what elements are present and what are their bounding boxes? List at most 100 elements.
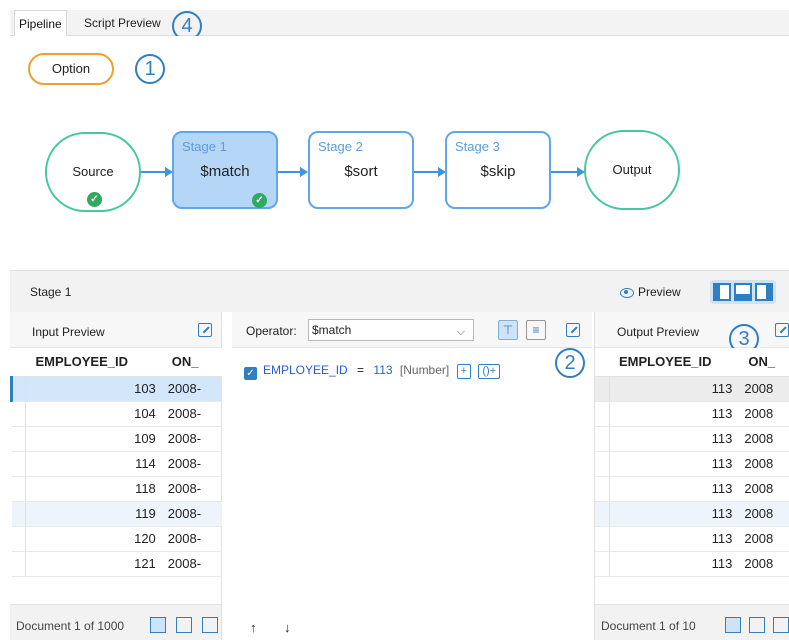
table-cell[interactable]: 2008 <box>738 476 789 502</box>
table-cell[interactable]: 120 <box>25 526 162 552</box>
table-cell[interactable]: 121 <box>25 551 162 577</box>
list-view-icon[interactable] <box>749 617 765 633</box>
row-gutter[interactable] <box>595 401 610 427</box>
operator-select[interactable]: $match ⌵ <box>308 319 474 341</box>
json-view-icon[interactable] <box>202 617 218 633</box>
row-gutter[interactable] <box>10 376 26 402</box>
table-cell[interactable]: 2008- <box>161 376 222 402</box>
tab-pipeline[interactable]: Pipeline <box>14 10 67 36</box>
add-group-button[interactable]: ()+ <box>478 364 501 379</box>
table-cell[interactable]: 2008- <box>161 426 222 452</box>
table-cell[interactable]: 113 <box>609 551 739 577</box>
row-gutter[interactable] <box>11 551 26 577</box>
row-gutter[interactable] <box>595 526 610 552</box>
table-cell[interactable]: 113 <box>609 476 739 502</box>
table-cell[interactable]: 113 <box>609 426 739 452</box>
column-header[interactable]: EMPLOYEE_ID <box>25 348 162 377</box>
table-cell[interactable]: 104 <box>25 401 162 427</box>
text-mode-icon[interactable]: ≡ <box>526 320 546 340</box>
table-cell[interactable]: 113 <box>609 526 739 552</box>
stage-node-1[interactable]: Stage 1 $match ✓ <box>172 131 278 209</box>
table-cell[interactable]: 119 <box>25 501 162 527</box>
row-gutter[interactable] <box>595 476 610 502</box>
move-down-icon[interactable]: ↓ <box>284 620 291 635</box>
stage-node-2[interactable]: Stage 2 $sort <box>308 131 414 209</box>
condition-checkbox[interactable]: ✓ <box>244 367 257 380</box>
table-cell[interactable]: 2008 <box>738 401 789 427</box>
table-cell[interactable]: 2008 <box>738 501 789 527</box>
table-cell[interactable]: 2008- <box>161 501 222 527</box>
table-row[interactable]: 104 2008- <box>11 401 222 427</box>
condition-value[interactable]: 113 <box>373 363 392 377</box>
condition-field[interactable]: EMPLOYEE_ID <box>263 363 348 377</box>
row-gutter[interactable] <box>11 526 26 552</box>
table-cell[interactable]: 2008 <box>738 376 789 402</box>
row-gutter[interactable] <box>11 451 26 477</box>
table-view-icon[interactable] <box>725 617 741 633</box>
table-row[interactable]: 109 2008- <box>11 426 222 452</box>
column-header[interactable]: ON_ <box>738 348 789 377</box>
layout-left-icon[interactable] <box>713 283 731 301</box>
table-row[interactable]: 119 2008- <box>11 501 222 527</box>
row-gutter[interactable] <box>595 376 610 402</box>
table-cell[interactable]: 2008 <box>738 426 789 452</box>
row-gutter[interactable] <box>595 551 610 577</box>
table-row[interactable]: 113 2008 <box>595 476 789 502</box>
table-row[interactable]: 113 2008 <box>595 526 789 552</box>
table-cell[interactable]: 2008- <box>161 401 222 427</box>
expand-icon[interactable] <box>775 323 789 337</box>
table-cell[interactable]: 2008- <box>161 451 222 477</box>
table-row[interactable]: 113 2008 <box>595 501 789 527</box>
table-row[interactable]: 113 2008 <box>595 426 789 452</box>
stage-node-3[interactable]: Stage 3 $skip <box>445 131 551 209</box>
column-header[interactable]: ON_ <box>161 348 222 377</box>
table-cell[interactable]: 118 <box>25 476 162 502</box>
layout-bottom-icon[interactable] <box>734 283 752 301</box>
table-cell[interactable]: 109 <box>25 426 162 452</box>
column-header[interactable]: EMPLOYEE_ID <box>609 348 739 377</box>
row-gutter[interactable] <box>11 476 26 502</box>
option-button[interactable]: Option <box>28 53 114 85</box>
table-cell[interactable]: 103 <box>25 376 162 402</box>
output-node[interactable]: Output <box>584 130 680 210</box>
table-row[interactable]: 113 2008 <box>595 451 789 477</box>
table-row[interactable]: 113 2008 <box>595 376 789 402</box>
table-cell[interactable]: 113 <box>609 401 739 427</box>
table-cell[interactable]: 2008 <box>738 551 789 577</box>
table-cell[interactable]: 2008- <box>161 551 222 577</box>
list-view-icon[interactable] <box>176 617 192 633</box>
add-condition-button[interactable]: + <box>456 364 472 379</box>
table-cell[interactable]: 2008 <box>738 451 789 477</box>
expand-icon[interactable] <box>198 323 212 337</box>
table-row[interactable]: 113 2008 <box>595 551 789 577</box>
json-view-icon[interactable] <box>773 617 789 633</box>
filter-mode-icon[interactable]: ⊤ <box>498 320 518 340</box>
expand-icon[interactable] <box>566 323 580 337</box>
table-cell[interactable]: 113 <box>609 501 739 527</box>
row-gutter[interactable] <box>11 501 26 527</box>
move-up-icon[interactable]: ↑ <box>250 620 257 635</box>
table-row[interactable]: 121 2008- <box>11 551 222 577</box>
table-view-icon[interactable] <box>150 617 166 633</box>
table-row[interactable]: 113 2008 <box>595 401 789 427</box>
table-cell[interactable]: 113 <box>609 376 739 402</box>
row-gutter[interactable] <box>11 426 26 452</box>
table-row[interactable]: 114 2008- <box>11 451 222 477</box>
preview-toggle[interactable]: Preview <box>620 285 681 299</box>
table-cell[interactable]: 2008- <box>161 476 222 502</box>
tab-script-preview[interactable]: Script Preview <box>80 10 165 36</box>
table-row[interactable]: 120 2008- <box>11 526 222 552</box>
condition-operator[interactable]: = <box>357 363 364 377</box>
row-gutter[interactable] <box>11 401 26 427</box>
row-gutter[interactable] <box>595 451 610 477</box>
row-gutter[interactable] <box>595 501 610 527</box>
table-cell[interactable]: 113 <box>609 451 739 477</box>
table-row[interactable]: 103 2008- <box>10 376 222 402</box>
table-cell[interactable]: 2008- <box>161 526 222 552</box>
layout-right-icon[interactable] <box>755 283 773 301</box>
table-cell[interactable]: 114 <box>25 451 162 477</box>
source-node[interactable]: Source ✓ <box>45 132 141 212</box>
table-cell[interactable]: 2008 <box>738 526 789 552</box>
table-row[interactable]: 118 2008- <box>11 476 222 502</box>
row-gutter[interactable] <box>595 426 610 452</box>
